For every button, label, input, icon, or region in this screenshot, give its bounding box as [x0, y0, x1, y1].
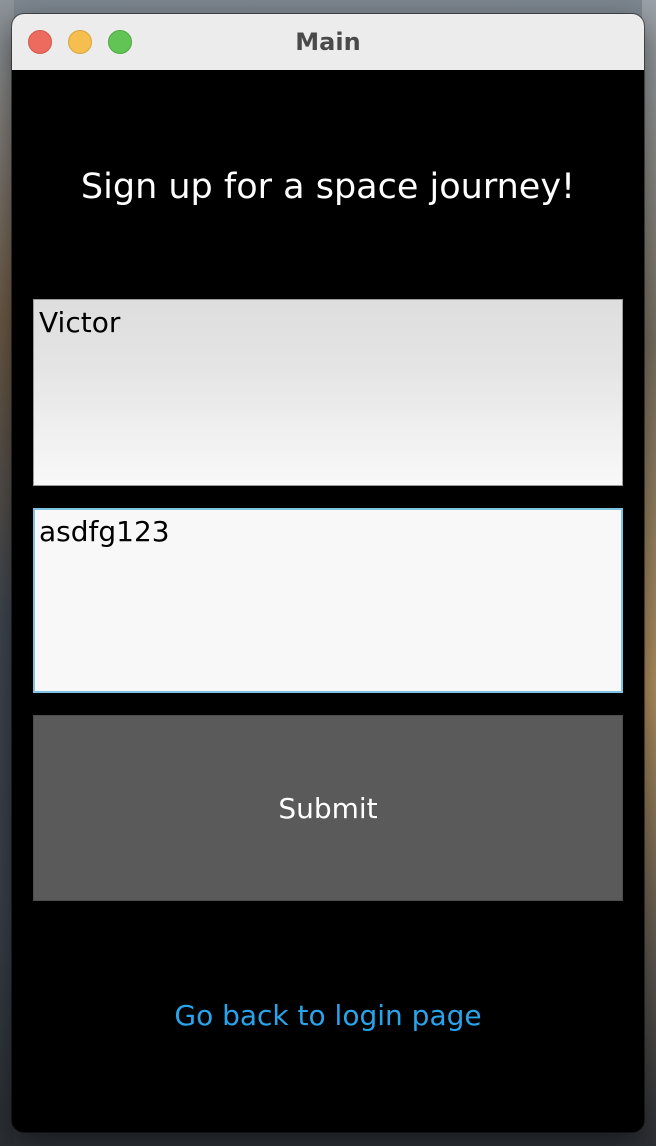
submit-button-label: Submit [278, 791, 378, 825]
password-field[interactable]: asdfg123 [33, 508, 623, 693]
signup-screen: Sign up for a space journey! Victor asdf… [12, 70, 644, 1132]
submit-button[interactable]: Submit [33, 715, 623, 901]
name-field[interactable]: Victor [33, 299, 623, 486]
window-title: Main [295, 28, 361, 56]
back-to-login-link[interactable]: Go back to login page [12, 998, 644, 1034]
title-bar[interactable]: Main [12, 14, 644, 71]
app-window: Main Sign up for a space journey! Victor… [12, 14, 644, 1132]
desktop-background-right [642, 0, 656, 1146]
page-title: Sign up for a space journey! [80, 167, 576, 207]
